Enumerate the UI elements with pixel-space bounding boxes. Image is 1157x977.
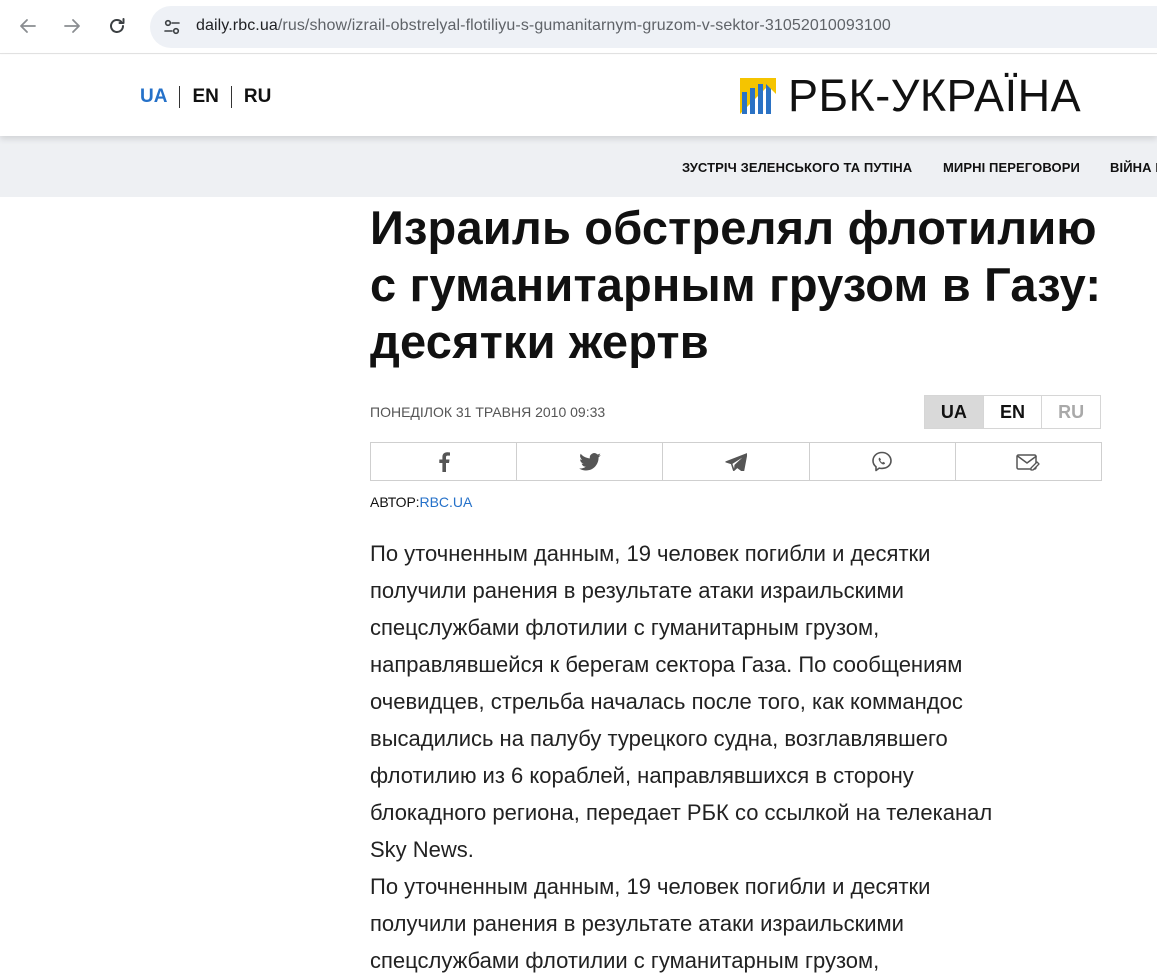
article-lang-en[interactable]: EN [984,396,1043,428]
browser-toolbar: daily.rbc.ua/rus/show/izrail-obstrelyal-… [0,0,1157,54]
url-host: daily.rbc.ua [196,17,278,34]
language-ua[interactable]: UA [140,86,167,108]
article-date: ПОНЕДІЛОК 31 ТРАВНЯ 2010 09:33 [370,404,606,420]
address-bar[interactable]: daily.rbc.ua/rus/show/izrail-obstrelyal-… [150,6,1157,48]
back-icon[interactable] [17,15,39,37]
subnav-item-war[interactable]: ВІЙНА І [1110,160,1157,175]
share-facebook-button[interactable] [371,443,518,480]
language-separator [179,86,181,108]
article-title: Израиль обстрелял флотилию с гуманитарны… [370,201,1102,368]
author-link[interactable]: RBC.UA [419,494,472,510]
viber-icon [872,451,893,471]
article-body: По уточненным данным, 19 человек погибли… [370,535,1020,977]
telegram-icon [725,452,747,471]
language-separator [230,86,232,108]
share-bar [370,442,1102,481]
site-info-icon[interactable] [160,15,184,39]
article-lang-ua[interactable]: UA [925,396,984,428]
language-switcher: UA EN RU [140,86,271,108]
share-telegram-button[interactable] [663,443,810,480]
site-header: UA EN RU РБК-УКРАЇНА [0,55,1157,136]
article-author: АВТОР:RBC.UA [370,494,472,510]
email-icon [1016,453,1041,471]
language-en[interactable]: EN [192,86,218,108]
topic-navigation: ЗУСТРІЧ ЗЕЛЕНСЬКОГО ТА ПУТІНА МИРНІ ПЕРЕ… [0,136,1157,197]
facebook-icon [438,451,450,472]
share-viber-button[interactable] [810,443,956,480]
share-email-button[interactable] [956,443,1101,480]
subnav-item-peace-talks[interactable]: МИРНІ ПЕРЕГОВОРИ [943,160,1080,175]
subnav-item-zelensky-putin[interactable]: ЗУСТРІЧ ЗЕЛЕНСЬКОГО ТА ПУТІНА [682,160,912,175]
author-label: АВТОР: [370,494,420,510]
url-text[interactable]: daily.rbc.ua/rus/show/izrail-obstrelyal-… [196,17,891,35]
article-paragraph: По уточненным данным, 19 человек погибли… [370,874,931,973]
article-paragraph: По уточненным данным, 19 человек погибли… [370,541,993,862]
share-twitter-button[interactable] [517,443,664,480]
site-logo[interactable]: РБК-УКРАЇНА [740,73,1081,119]
logo-text: РБК-УКРАЇНА [788,70,1082,121]
twitter-icon [578,452,601,470]
language-ru[interactable]: RU [244,86,271,108]
article-lang-ru[interactable]: RU [1042,396,1100,428]
logo-mark-icon [740,78,776,114]
reload-icon[interactable] [106,15,128,37]
url-path: /rus/show/izrail-obstrelyal-flotiliyu-s-… [277,17,891,34]
article-language-tabs: UA EN RU [924,395,1101,429]
forward-icon[interactable] [61,15,83,37]
